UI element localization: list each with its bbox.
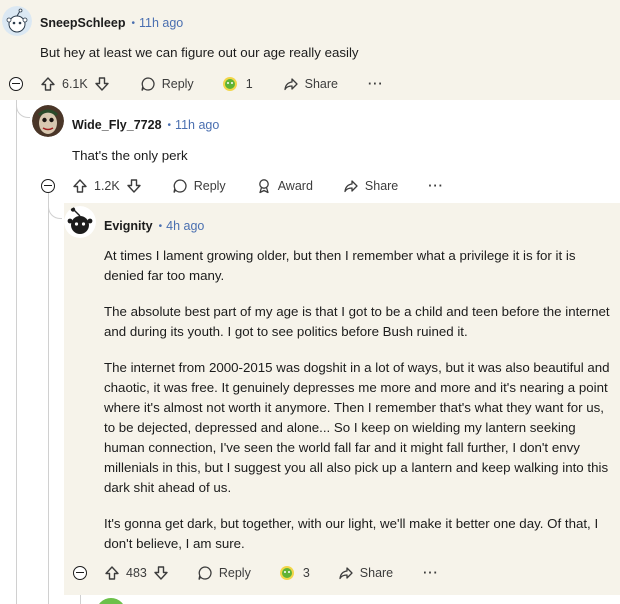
comment-evignity: Evignity • 4h ago At times I lament grow… [64, 203, 620, 595]
award-count: 3 [302, 566, 310, 580]
reply-label: Reply [218, 566, 251, 580]
timestamp[interactable]: 4h ago [166, 219, 204, 233]
avatar[interactable] [32, 105, 64, 137]
more-icon[interactable]: ··· [423, 566, 439, 580]
collapse-icon[interactable] [41, 179, 55, 193]
avatar[interactable] [2, 6, 32, 36]
more-icon[interactable]: ··· [368, 77, 384, 91]
reply-button[interactable]: Reply [140, 76, 194, 92]
award-icon [279, 566, 294, 580]
upvote-icon[interactable] [104, 565, 120, 581]
share-label: Share [359, 566, 394, 580]
username[interactable]: Evignity [104, 219, 153, 233]
upvote-icon[interactable] [72, 178, 88, 194]
comment-paragraph: The internet from 2000-2015 was dogshit … [104, 360, 610, 495]
downvote-icon[interactable] [153, 565, 169, 581]
vote-group: 483 [104, 565, 169, 581]
award-icon [222, 77, 237, 91]
vote-group: 1.2K [72, 178, 142, 194]
avatar[interactable] [64, 206, 96, 238]
share-button[interactable]: Share [343, 178, 398, 194]
snoo-avatar-icon [2, 6, 32, 36]
downvote-icon[interactable] [126, 178, 142, 194]
comment-meta: Evignity • 4h ago [104, 216, 204, 236]
award-label: Award [277, 179, 313, 193]
comment-actions: 1.2K Reply Award Share ··· [72, 174, 444, 198]
vote-group: 6.1K [40, 76, 110, 92]
comment-sneepschleep: SneepSchleep • 11h ago But hey at least … [0, 0, 620, 100]
comment-paragraph: It's gonna get dark, but together, with … [104, 516, 599, 551]
comment-wide-fly: Wide_Fly_7728 • 11h ago That's the only … [0, 100, 620, 200]
share-label: Share [364, 179, 399, 193]
more-icon[interactable]: ··· [428, 179, 444, 193]
comment-meta: SneepSchleep • 11h ago [40, 13, 183, 33]
comment-meta: Wide_Fly_7728 • 11h ago [72, 115, 219, 135]
reply-button[interactable]: Reply [172, 178, 226, 194]
vote-count: 1.2K [94, 179, 120, 193]
collapse-icon[interactable] [9, 77, 23, 91]
share-icon [344, 180, 358, 193]
vote-count: 6.1K [62, 77, 88, 91]
reply-icon [173, 179, 187, 193]
reply-icon [141, 77, 155, 91]
upvote-icon[interactable] [40, 76, 56, 92]
comment-actions: 483 Reply 3 Share ··· [104, 561, 439, 585]
share-button[interactable]: Share [283, 76, 338, 92]
reply-button[interactable]: Reply [197, 565, 251, 581]
snoo-avatar-icon [64, 206, 96, 238]
comment-paragraph: The absolute best part of my age is that… [104, 304, 610, 339]
collapse-icon[interactable] [73, 566, 87, 580]
award-button[interactable]: 1 [220, 74, 253, 94]
separator-dot: • [131, 17, 135, 29]
downvote-icon[interactable] [94, 76, 110, 92]
comment-body: At times I lament growing older, but the… [104, 246, 612, 570]
award-button[interactable]: Award [256, 178, 313, 194]
reply-label: Reply [193, 179, 226, 193]
award-button[interactable]: 3 [277, 563, 310, 583]
comment-actions: 6.1K Reply 1 Share ··· [40, 72, 384, 96]
timestamp[interactable]: 11h ago [175, 118, 219, 132]
username[interactable]: SneepSchleep [40, 16, 125, 30]
share-label: Share [304, 77, 338, 91]
comment-paragraph: That's the only perk [72, 148, 188, 163]
award-count: 1 [245, 77, 253, 91]
share-icon [339, 567, 353, 580]
profile-avatar-icon [32, 105, 64, 137]
share-button[interactable]: Share [338, 565, 393, 581]
next-comment-avatar[interactable] [96, 598, 126, 604]
comment-paragraph: But hey at least we can figure out our a… [40, 45, 359, 60]
thread-line-level2 [48, 193, 49, 604]
share-icon [283, 78, 298, 91]
reply-label: Reply [161, 77, 194, 91]
award-icon [258, 179, 269, 194]
separator-dot: • [158, 220, 163, 232]
vote-count: 483 [126, 566, 147, 580]
separator-dot: • [167, 119, 172, 131]
timestamp[interactable]: 11h ago [139, 16, 183, 30]
reply-icon [198, 566, 212, 580]
username[interactable]: Wide_Fly_7728 [72, 118, 162, 132]
comment-paragraph: At times I lament growing older, but the… [104, 248, 576, 283]
